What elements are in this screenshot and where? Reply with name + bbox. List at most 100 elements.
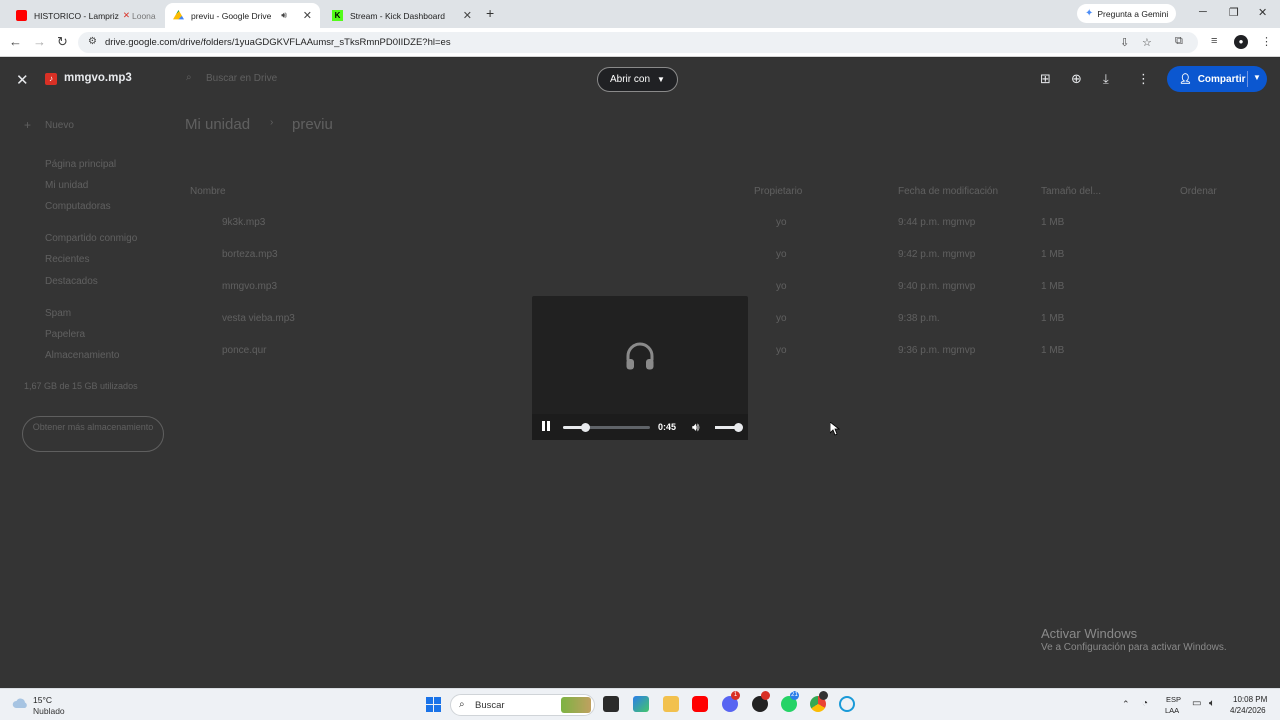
file-owner: yo [776,281,787,292]
install-app-icon[interactable]: ⇩ [1120,36,1129,49]
open-with-label: Abrir con [610,74,651,85]
speaker-icon[interactable]: 🔊︎ [281,10,287,21]
column-owner: Propietario [754,186,803,197]
tab-kick-dashboard[interactable]: K Stream - Kick Dashboard ✕ [324,3,480,28]
storage-usage-text: 1,67 GB de 15 GB utilizados [24,381,138,391]
whatsapp-badge: 21 [790,691,799,700]
file-size: 1 MB [1041,345,1065,356]
reload-icon[interactable]: ↻ [57,34,68,50]
share-divider [1247,71,1248,87]
app-circle-icon[interactable] [839,696,855,712]
cloud-icon[interactable] [12,697,29,709]
sidebar-item-shared: Compartido conmigo [45,233,138,244]
weather-condition[interactable]: Nublado [33,706,65,716]
move-to-folder-icon[interactable]: ⊞ [1040,71,1051,87]
address-bar[interactable]: ⚙ drive.google.com/drive/folders/1yuaGDG… [78,32,1198,53]
taskbar-search[interactable]: ⌕ Buscar [450,694,595,716]
forward-icon[interactable]: → [33,34,46,49]
close-tab-icon[interactable]: ✕ [297,9,312,22]
google-drive-icon [173,10,184,20]
weather-temperature[interactable]: 15°C [33,695,52,705]
windows-start-icon[interactable] [426,697,441,712]
file-name: mmgvo.mp3 [222,281,278,292]
file-date: 9:44 p.m. mgmvp [898,217,976,228]
file-name: 9k3k.mp3 [222,217,266,228]
sidebar-item-starred: Destacados [45,276,98,287]
extensions-icon[interactable]: ⧉ [1175,35,1183,48]
file-date: 9:40 p.m. mgmvp [898,281,976,292]
file-name: vesta vieba.mp3 [222,313,295,324]
headphones-icon [626,342,654,370]
notification-dot [761,691,770,700]
url-text[interactable]: drive.google.com/drive/folders/1yuaGDGKV… [105,37,451,48]
bookmark-star-icon[interactable]: ☆ [1142,36,1152,49]
clock-date[interactable]: 4/24/2026 [1230,706,1266,715]
keyboard-language[interactable]: ESP [1166,695,1181,704]
current-time: 0:45 [658,422,677,432]
site-info-icon[interactable]: ⚙ [88,36,97,47]
breadcrumb-chevron-icon: › [270,117,274,128]
gemini-spark-icon: ✦ [1085,8,1094,19]
task-view-icon[interactable] [603,696,619,712]
cross-icon: ✕ [122,10,130,20]
download-icon[interactable]: ⤓ [1103,71,1109,87]
tray-chevron-up-icon[interactable]: ⌃ [1122,699,1130,710]
close-tab-icon[interactable]: ✕ [457,9,472,22]
clock-time[interactable]: 10:08 PM [1233,695,1267,704]
browser-toolbar: ← → ↻ ⚙ drive.google.com/drive/folders/1… [0,28,1280,57]
file-name: ponce.qur [222,345,267,356]
breadcrumb-root: Mi unidad [185,116,251,133]
chrome-menu-icon[interactable]: ⋮ [1261,35,1272,48]
pause-icon[interactable] [540,420,552,432]
profile-avatar-icon[interactable]: ● [1234,35,1248,49]
keyboard-layout[interactable]: LAA [1165,706,1179,715]
column-sort: Ordenar [1180,186,1217,197]
volume-icon[interactable]: 🔊︎ [692,420,700,435]
minimize-icon[interactable]: ─ [1199,6,1207,18]
activate-windows-subtitle: Ve a Configuración para activar Windows. [1041,642,1227,653]
volume-muted-icon[interactable]: 🔈︎ [1209,698,1215,709]
audio-file-icon: ♪ [45,73,57,85]
add-comment-icon[interactable]: ⊕ [1071,71,1082,87]
restore-icon[interactable]: ❐ [1229,6,1239,19]
volume-thumb[interactable] [734,423,743,432]
file-date: 9:38 p.m. [898,313,940,324]
browser-tab-strip: HISTORICO - Lampriz ✕ Loona ✕ previu - G… [0,0,1280,28]
column-name: Nombre [190,186,226,197]
close-tab-icon[interactable]: ✕ [156,9,161,22]
media-control-icon[interactable]: ≡ [1211,35,1217,47]
back-icon[interactable]: ← [9,34,22,49]
close-icon[interactable]: ✕ [16,71,29,89]
share-button[interactable]: 👤︎ Compartir ▼ [1167,66,1267,92]
copilot-icon[interactable] [633,696,649,712]
file-size: 1 MB [1041,217,1065,228]
network-icon[interactable]: ▭ [1192,698,1201,709]
sidebar-item-computers: Computadoras [45,201,111,212]
breadcrumb-folder: previu [292,116,333,133]
sidebar-item-my-drive: Mi unidad [45,180,89,191]
file-explorer-icon[interactable] [663,696,679,712]
share-dropdown-icon[interactable]: ▼ [1253,73,1261,82]
more-actions-icon[interactable]: ⋮ [1137,71,1150,87]
close-window-icon[interactable]: ✕ [1258,6,1267,19]
volume-slider[interactable] [715,423,743,432]
seek-thumb[interactable] [580,423,590,432]
column-modified: Fecha de modificación [898,186,999,197]
sidebar-item-trash: Papelera [45,329,86,340]
sidebar-item-spam: Spam [45,308,72,319]
open-with-button[interactable]: Abrir con ▼ [597,67,678,92]
gemini-button[interactable]: ✦ Pregunta a Gemini [1077,4,1177,23]
youtube-app-icon[interactable] [692,696,708,712]
new-tab-icon[interactable]: + [486,5,494,21]
taskbar-search-label: Buscar [475,700,505,711]
caret-down-icon: ▼ [657,75,665,84]
tab-historico[interactable]: HISTORICO - Lampriz ✕ Loona ✕ [8,3,161,28]
file-owner: yo [776,217,787,228]
tab-google-drive[interactable]: previu - Google Drive 🔊︎ ✕ [165,3,320,28]
tray-app-icon[interactable]: ◔ [1142,698,1148,709]
search-icon: ⌕ [459,699,465,710]
tab-title: HISTORICO - Lampriz [34,10,119,21]
seek-bar[interactable] [563,423,650,432]
sidebar-item-storage: Almacenamiento [45,350,120,361]
tab-title: Stream - Kick Dashboard [350,10,445,21]
